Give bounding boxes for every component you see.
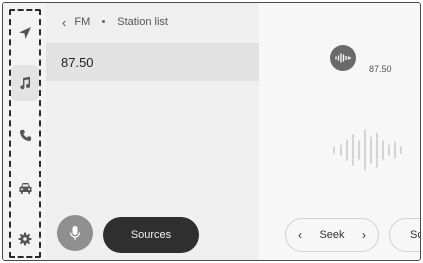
microphone-icon (69, 226, 81, 240)
screen-frame: ‹ FM Station list 87.50 Sources 87.50 ‹ … (2, 2, 421, 261)
breadcrumb-source: FM (74, 16, 91, 28)
seek-label: Seek (319, 229, 345, 241)
sidebar (3, 3, 46, 260)
sidebar-item-settings[interactable] (11, 225, 39, 253)
now-playing-frequency: 87.50 (369, 64, 392, 74)
seek-next-icon[interactable]: › (362, 228, 366, 242)
settings-gear-icon (18, 232, 32, 246)
voice-command-button[interactable] (57, 215, 93, 251)
back-button[interactable]: ‹ (62, 15, 66, 30)
station-frequency: 87.50 (61, 54, 94, 70)
station-logo (330, 45, 356, 71)
sidebar-item-vehicle[interactable] (11, 174, 39, 202)
navigation-arrow-icon (19, 27, 31, 39)
seek-button[interactable]: ‹ Seek › (285, 218, 379, 252)
car-icon (19, 182, 31, 194)
now-playing-panel: 87.50 ‹ Seek › Sca (259, 3, 420, 260)
music-note-icon (20, 76, 31, 90)
station-list-panel: ‹ FM Station list 87.50 Sources (46, 3, 259, 260)
phone-icon (19, 129, 31, 141)
radio-signal-icon (335, 53, 351, 63)
audio-waveform-icon (333, 129, 402, 171)
seek-prev-icon[interactable]: ‹ (298, 228, 302, 242)
sidebar-item-phone[interactable] (11, 121, 39, 149)
breadcrumb: ‹ FM Station list (46, 3, 259, 41)
sources-button[interactable]: Sources (103, 217, 199, 253)
scan-button[interactable]: Sca (389, 218, 420, 252)
station-list-item[interactable]: 87.50 (46, 43, 259, 81)
breadcrumb-separator (102, 19, 106, 23)
breadcrumb-page: Station list (117, 16, 168, 28)
sidebar-item-navigation[interactable] (11, 19, 39, 47)
sidebar-item-audio[interactable] (11, 65, 39, 101)
